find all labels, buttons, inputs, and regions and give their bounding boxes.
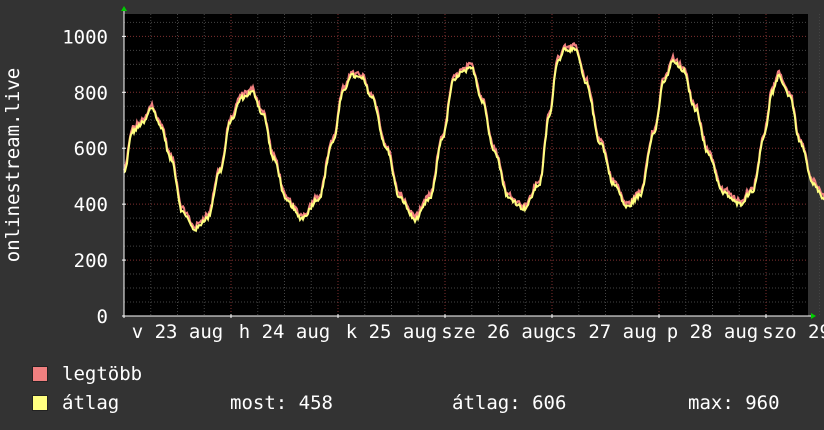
x-tick-label: szo 29 aug <box>762 321 824 343</box>
y-tick-label: 200 <box>74 250 108 272</box>
x-tick-label: v 23 aug <box>132 321 224 343</box>
legend-item-max: legtöbb <box>32 363 142 385</box>
chart-canvas: 0 200 400 600 800 1000 v 23 aug h 24 aug k 25 a… <box>2 6 824 343</box>
x-tick-label: k 25 aug <box>346 321 438 343</box>
y-axis-arrow-icon <box>121 6 127 11</box>
y-tick-label: 1000 <box>62 26 108 48</box>
stat-max: max: 960 <box>688 392 780 414</box>
y-tick-label: 0 <box>97 306 108 328</box>
y-axis-title: onlinestream.live <box>2 68 24 262</box>
legend-label-avg: átlag <box>62 392 120 414</box>
x-tick-label: cs 27 aug <box>554 321 657 343</box>
legend-swatch-max <box>32 366 48 382</box>
y-tick-label: 400 <box>74 194 108 216</box>
stat-average: átlag: 606 <box>452 392 567 414</box>
rrd-graph: 0 200 400 600 800 1000 v 23 aug h 24 aug k 25 a… <box>0 0 824 430</box>
legend-swatch-avg <box>32 395 48 411</box>
y-tick-label: 600 <box>74 138 108 160</box>
x-axis-arrow-icon <box>811 313 816 319</box>
y-tick-label: 800 <box>74 82 108 104</box>
legend-item-avg: átlag <box>32 392 119 414</box>
y-tick-labels: 0 200 400 600 800 1000 <box>62 26 108 328</box>
stat-current: most: 458 <box>230 392 333 414</box>
plot-area <box>124 14 808 316</box>
x-tick-label: sze 26 aug <box>441 321 555 343</box>
x-tick-labels: v 23 aug h 24 aug k 25 aug sze 26 augcs 27 … <box>132 321 824 343</box>
x-tick-label: p 28 aug <box>667 321 759 343</box>
x-tick-label: h 24 aug <box>239 321 331 343</box>
legend-label-max: legtöbb <box>62 363 143 385</box>
